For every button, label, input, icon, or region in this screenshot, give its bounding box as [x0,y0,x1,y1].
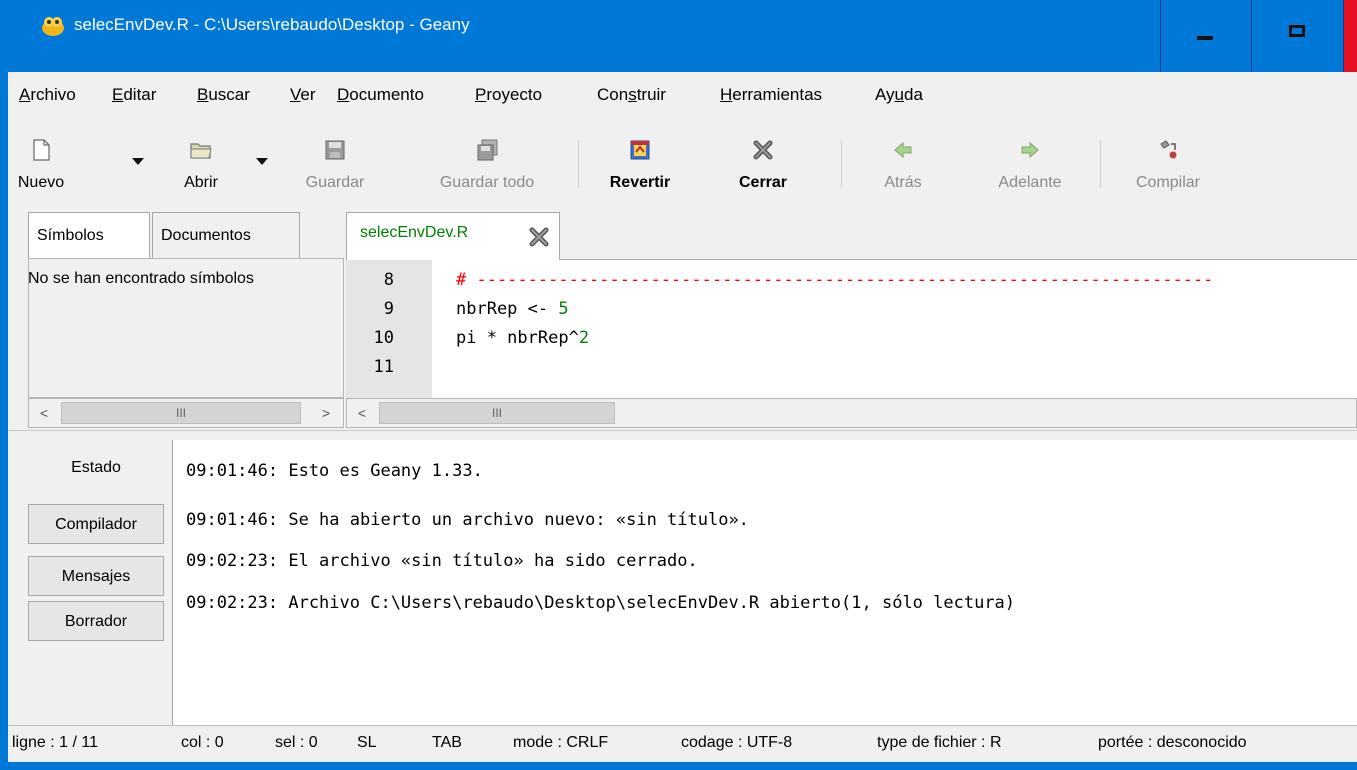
revert-button[interactable]: Revertir [595,132,685,198]
scroll-left-icon[interactable]: < [349,401,375,425]
sidebar-tabs: Símbolos Documentos [28,210,338,260]
status-sl: SL [357,734,377,751]
back-button[interactable]: Atrás [868,132,938,198]
minimize-button[interactable] [1160,0,1252,72]
save-button[interactable]: Guardar [290,132,380,198]
open-dropdown-arrow-icon[interactable] [256,158,268,165]
code-line: pi * nbrRep^2 [456,328,589,348]
code-text: nbrRep <- [456,299,559,319]
line-number: 8 [383,270,394,290]
revert-icon [628,138,652,162]
code-number: 2 [578,328,590,348]
menu-buscar[interactable]: Buscar [197,85,250,105]
close-file-button[interactable]: Cerrar [723,132,803,198]
tab-close-icon[interactable] [528,226,550,248]
tab-symbols[interactable]: Símbolos [28,212,150,258]
save-all-button[interactable]: Guardar todo [412,132,562,198]
open-button[interactable]: Abrir [166,132,236,198]
code-line: # --------------------------------------… [456,270,1213,290]
tab-compiler[interactable]: Compilador [28,504,164,544]
forward-button[interactable]: Adelante [978,132,1082,198]
code-line: nbrRep <- 5 [456,299,569,319]
tab-documents[interactable]: Documentos [152,212,300,258]
scrollbar-thumb[interactable]: III [61,402,301,424]
tab-messages[interactable]: Mensajes [28,556,164,596]
line-number: 11 [373,357,394,377]
log-line: 09:02:23: Archivo C:\Users\rebaudo\Deskt… [186,593,1016,613]
maximize-button[interactable] [1252,0,1344,72]
menu-ayuda[interactable]: Ayuda [875,85,923,105]
menu-proyecto[interactable]: Proyecto [475,85,542,105]
status-selection: sel : 0 [275,734,318,751]
menu-ver[interactable]: Ver [290,85,316,105]
arrow-right-icon [1018,138,1042,162]
new-button[interactable]: Nuevo [8,132,74,198]
status-encoding: codage : UTF-8 [681,734,793,751]
status-line: ligne : 1 / 11 [12,734,98,751]
geany-app-icon [40,12,66,38]
close-window-button[interactable] [1344,0,1357,72]
log-line: 09:02:23: El archivo «sin título» ha sid… [186,551,698,571]
title-bar[interactable]: selecEnvDev.R - C:\Users\rebaudo\Desktop… [0,0,1357,72]
scrollbar-thumb[interactable]: III [379,402,615,424]
status-indent: TAB [432,734,462,751]
scroll-left-icon[interactable]: < [31,401,57,425]
code-number: 5 [558,299,569,319]
pane-splitter[interactable] [8,430,1357,440]
new-dropdown-arrow-icon[interactable] [132,158,144,165]
no-symbols-message: No se han encontrado símbolos [28,270,254,287]
toolbar-separator [841,140,842,188]
menu-herramientas[interactable]: Herramientas [720,85,822,105]
scroll-right-icon[interactable]: > [313,401,339,425]
save-all-icon [475,138,499,162]
menu-documento[interactable]: Documento [337,85,424,105]
arrow-left-icon [891,138,915,162]
menu-archivo[interactable]: Archivo [19,85,76,105]
menu-editar[interactable]: Editar [112,85,156,105]
tab-status[interactable]: Estado [28,448,164,488]
menu-construir[interactable]: Construir [597,85,666,105]
save-icon [323,138,347,162]
tab-scratch[interactable]: Borrador [28,601,164,641]
editor-horizontal-scrollbar[interactable]: < III [346,398,1357,428]
toolbar-separator [578,140,579,188]
status-log[interactable] [172,440,1357,725]
maximize-icon [1289,25,1305,37]
window-title: selecEnvDev.R - C:\Users\rebaudo\Desktop… [74,15,470,34]
log-line: 09:01:46: Esto es Geany 1.33. [186,461,483,481]
menu-bar: Archivo Editar Buscar Ver Documento Proy… [8,72,1357,122]
minimize-icon [1197,36,1213,40]
status-filetype: type de fichier : R [877,734,1002,751]
status-scope: portée : desconocido [1098,734,1247,751]
compile-button[interactable]: Compilar [1120,132,1216,198]
log-line: 09:01:46: Se ha abierto un archivo nuevo… [186,510,749,530]
toolbar-separator [1100,140,1101,188]
editor-tab-label[interactable]: selecEnvDev.R [360,224,468,242]
status-line-endings: mode : CRLF [513,734,609,751]
close-icon [751,138,775,162]
toolbar: Nuevo Abrir Guardar Guardar todo Reverti… [8,122,1357,204]
status-column: col : 0 [181,734,224,751]
open-folder-icon [189,138,213,162]
line-number: 10 [373,328,394,348]
code-comment: # --------------------------------------… [456,270,1214,290]
compile-icon [1156,138,1180,162]
code-text: pi * nbrRep^ [456,328,579,348]
line-number: 9 [383,299,394,319]
new-file-icon [29,138,53,162]
sidebar-horizontal-scrollbar[interactable]: < III > [28,398,344,428]
